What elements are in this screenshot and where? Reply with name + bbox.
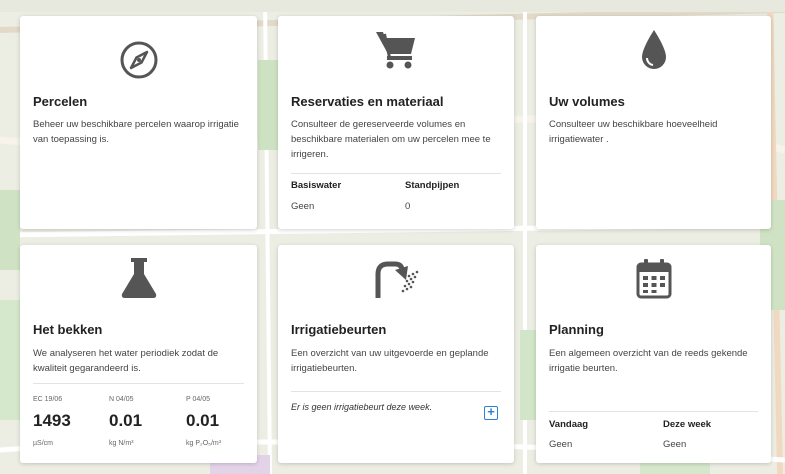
volumes-card[interactable]: Uw volumes Consulteer uw beschikbare hoe… xyxy=(536,16,771,229)
cart-icon xyxy=(376,32,415,69)
reservaties-card[interactable]: Reservaties en materiaal Consulteer de g… xyxy=(278,16,514,229)
standpijpen-value: 0 xyxy=(405,201,411,212)
deze-week-label: Deze week xyxy=(663,419,712,430)
flask-icon xyxy=(121,258,156,298)
planning-card[interactable]: Planning Een algemeen overzicht van de r… xyxy=(536,245,771,463)
divider xyxy=(549,411,758,412)
card-description: Consulteer uw beschikbare hoeveelheid ir… xyxy=(549,119,718,145)
card-title: Percelen xyxy=(33,94,88,109)
divider xyxy=(291,173,501,174)
card-description: We analyseren het water periodiek zodat … xyxy=(33,348,219,374)
ec-value: 1493 xyxy=(33,411,71,430)
p-label: P 04/05 xyxy=(186,396,211,403)
n-label: N 04/05 xyxy=(109,396,134,403)
card-title: Irrigatiebeurten xyxy=(291,322,387,337)
bekken-card[interactable]: Het bekken We analyseren het water perio… xyxy=(20,245,257,463)
deze-week-value: Geen xyxy=(663,439,687,450)
ec-label: EC 19/06 xyxy=(33,396,63,403)
card-title: Uw volumes xyxy=(549,94,625,109)
n-unit: kg N/m³ xyxy=(109,440,134,447)
basiswater-value: Geen xyxy=(291,201,315,212)
card-description: Een overzicht van uw uitgevoerde en gepl… xyxy=(291,348,489,374)
divider xyxy=(33,383,244,384)
ec-unit: µS/cm xyxy=(33,440,53,447)
n-value: 0.01 xyxy=(109,411,143,430)
vandaag-value: Geen xyxy=(549,439,573,450)
calendar-icon xyxy=(636,259,671,299)
no-irrigation-note: Er is geen irrigatiebeurt deze week. xyxy=(291,402,433,412)
p-unit: kg P₂O₅/m³ xyxy=(186,440,222,447)
card-title: Planning xyxy=(549,322,604,337)
plus-square-icon[interactable]: + xyxy=(484,405,498,420)
basiswater-label: Basiswater xyxy=(291,180,342,191)
percelen-card[interactable]: Percelen Beheer uw beschikbare percelen … xyxy=(20,16,257,229)
irrigatiebeurten-card[interactable]: Irrigatiebeurten Een overzicht van uw ui… xyxy=(278,245,514,463)
divider xyxy=(291,391,501,392)
p-value: 0.01 xyxy=(186,411,220,430)
card-description: Consulteer de gereserveerde volumes en b… xyxy=(291,119,491,160)
card-title: Het bekken xyxy=(33,322,103,337)
water-drop-icon xyxy=(641,30,666,69)
shower-icon xyxy=(375,261,419,298)
card-description: Een algemeen overzicht van de reeds geke… xyxy=(549,348,748,374)
card-description: Beheer uw beschikbare percelen waarop ir… xyxy=(33,119,239,145)
compass-icon xyxy=(120,41,157,79)
card-title: Reservaties en materiaal xyxy=(291,94,444,109)
standpijpen-label: Standpijpen xyxy=(405,180,460,191)
vandaag-label: Vandaag xyxy=(549,419,589,430)
